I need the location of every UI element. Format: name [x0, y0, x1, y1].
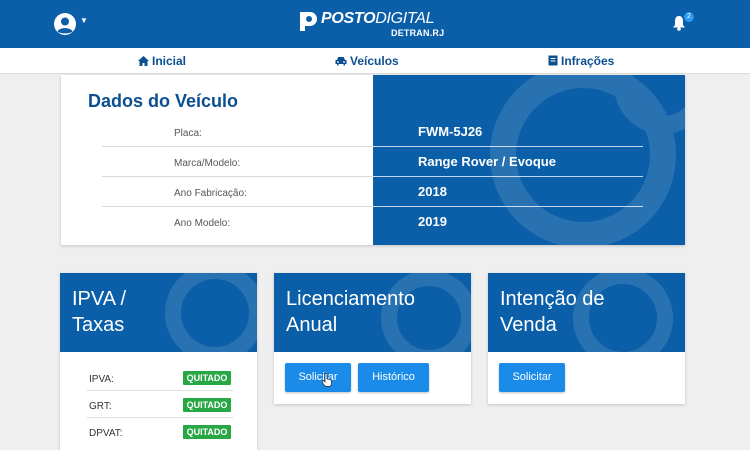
row-value-ano-fabricacao: 2018: [418, 184, 447, 199]
card-title-line: Venda: [500, 314, 557, 336]
licenciamento-anual-card: Licenciamento Anual Solicitar Histórico: [274, 273, 471, 404]
card-title: Licenciamento Anual: [286, 286, 471, 338]
main-nav: Inicial Veículos Infrações: [0, 48, 750, 74]
row-divider: [373, 176, 643, 177]
row-divider: [373, 206, 643, 207]
row-divider: [102, 146, 373, 147]
card-header: Licenciamento Anual: [274, 273, 471, 352]
card-title-line: Intenção de: [500, 288, 605, 310]
nav-item-veiculos[interactable]: Veículos: [335, 48, 399, 74]
card-title-line: Taxas: [72, 314, 125, 336]
nav-item-label: Veículos: [350, 54, 399, 68]
vehicle-section-title: Dados do Veículo: [88, 91, 239, 111]
intencao-venda-card: Intenção de Venda Solicitar: [488, 273, 685, 404]
card-title: IPVA / Taxas: [72, 286, 257, 338]
ipva-taxas-card: IPVA / Taxas IPVA: QUITADO GRT: QUITADO D…: [60, 273, 257, 450]
row-label-ano-modelo: Ano Modelo:: [174, 218, 231, 229]
nav-item-label: Inicial: [152, 54, 187, 68]
logo-text: POSTODIGITAL: [321, 10, 434, 28]
row-divider: [102, 206, 373, 207]
row-label-marca-modelo: Marca/Modelo:: [174, 158, 241, 169]
row-divider: [87, 390, 233, 391]
status-badge: QUITADO: [183, 425, 231, 439]
solicitar-venda-button[interactable]: Solicitar: [499, 363, 565, 392]
card-title-line: IPVA /: [72, 288, 127, 310]
row-label-placa: Placa:: [174, 128, 202, 139]
row-divider: [87, 417, 233, 418]
caret-down-icon[interactable]: ▼: [80, 16, 88, 25]
nav-item-inicial[interactable]: Inicial: [138, 48, 186, 74]
status-badge: QUITADO: [183, 371, 231, 385]
logo-mark-icon: [300, 12, 317, 31]
card-header: IPVA / Taxas: [60, 273, 257, 352]
solicitar-licenciamento-button[interactable]: Solicitar: [285, 363, 351, 392]
nav-item-infracoes[interactable]: Infrações: [548, 48, 614, 74]
row-value-marca-modelo: Range Rover / Evoque: [418, 154, 556, 169]
user-icon[interactable]: [54, 13, 76, 35]
hand-cursor-icon: [322, 373, 332, 387]
home-icon: [138, 56, 149, 66]
status-badge: QUITADO: [183, 398, 231, 412]
row-label-ano-fabricacao: Ano Fabricação:: [174, 188, 247, 199]
vehicle-data-card: Dados do Veículo Placa: FWM-5J26 Marca/M…: [61, 75, 685, 245]
top-bar: ▼ POSTODIGITAL DETRAN.RJ 2: [0, 0, 750, 48]
nav-item-label: Infrações: [561, 54, 615, 68]
card-title-line: Anual: [286, 314, 338, 336]
document-icon: [548, 55, 558, 66]
card-title-line: Licenciamento: [286, 288, 415, 310]
car-icon: [335, 57, 347, 66]
posto-digital-logo[interactable]: POSTODIGITAL DETRAN.RJ: [298, 9, 458, 41]
row-divider: [102, 176, 373, 177]
logo-light-text: DIGITAL: [375, 10, 435, 27]
logo-subtitle: DETRAN.RJ: [391, 28, 445, 38]
notification-badge: 2: [684, 12, 694, 22]
tax-label-grt: GRT:: [89, 401, 112, 412]
row-divider: [373, 146, 643, 147]
historico-button[interactable]: Histórico: [358, 363, 429, 392]
logo-bold-text: POSTO: [321, 10, 376, 27]
row-value-placa: FWM-5J26: [418, 124, 483, 139]
card-header: Intenção de Venda: [488, 273, 685, 352]
tax-label-ipva: IPVA:: [89, 374, 114, 385]
card-title: Intenção de Venda: [500, 286, 685, 338]
tax-label-dpvat: DPVAT:: [89, 428, 123, 439]
row-value-ano-modelo: 2019: [418, 214, 447, 229]
